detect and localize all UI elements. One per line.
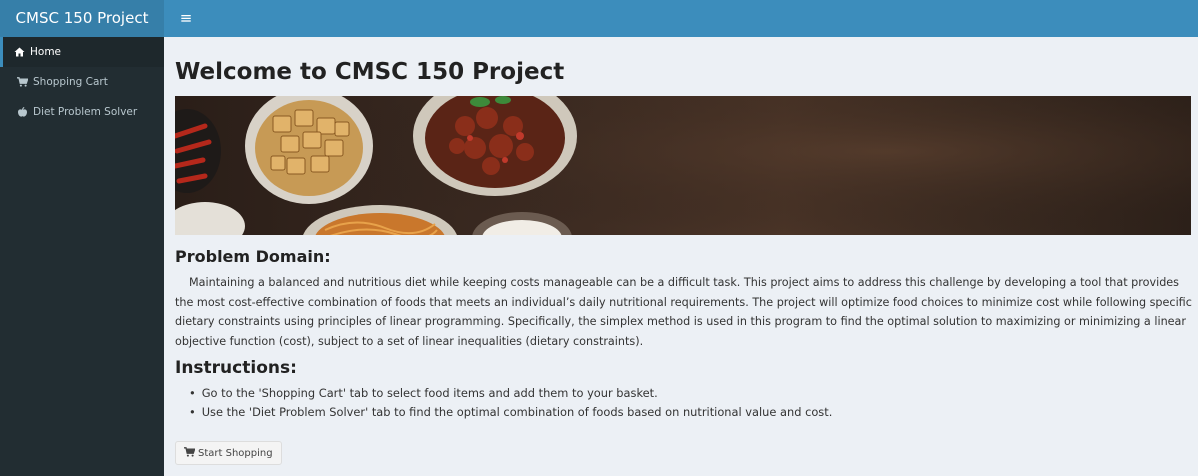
shopping-cart-icon (184, 446, 196, 460)
hamburger-menu-icon[interactable]: ≡ (172, 0, 200, 37)
home-icon (14, 47, 28, 57)
sidebar: Home Shopping Cart Diet Problem Solver (0, 37, 164, 476)
sidebar-item-label: Diet Problem Solver (33, 106, 138, 118)
sidebar-item-shopping-cart[interactable]: Shopping Cart (0, 67, 164, 97)
problem-domain-heading: Problem Domain: (175, 247, 331, 266)
shopping-cart-icon (17, 77, 31, 87)
main-content: Welcome to CMSC 150 Project Problem Doma… (164, 37, 1198, 476)
instructions-heading: Instructions: (175, 358, 297, 378)
apple-icon (17, 107, 31, 117)
page-title: Welcome to CMSC 150 Project (175, 59, 565, 85)
food-banner-image (175, 96, 1191, 235)
instructions-list: Go to the 'Shopping Cart' tab to select … (189, 384, 1189, 422)
top-navbar: ≡ (164, 0, 1198, 37)
sidebar-item-home[interactable]: Home (0, 37, 164, 67)
sidebar-item-label: Shopping Cart (33, 76, 108, 88)
sidebar-item-label: Home (30, 46, 62, 58)
app-logo-title[interactable]: CMSC 150 Project (0, 0, 164, 37)
list-item: Use the 'Diet Problem Solver' tab to fin… (189, 403, 1189, 422)
start-shopping-label: Start Shopping (198, 447, 273, 459)
sidebar-item-diet-problem-solver[interactable]: Diet Problem Solver (0, 97, 164, 127)
list-item: Go to the 'Shopping Cart' tab to select … (189, 384, 1189, 403)
problem-domain-text: Maintaining a balanced and nutritious di… (175, 276, 1192, 348)
start-shopping-button[interactable]: Start Shopping (175, 441, 282, 465)
